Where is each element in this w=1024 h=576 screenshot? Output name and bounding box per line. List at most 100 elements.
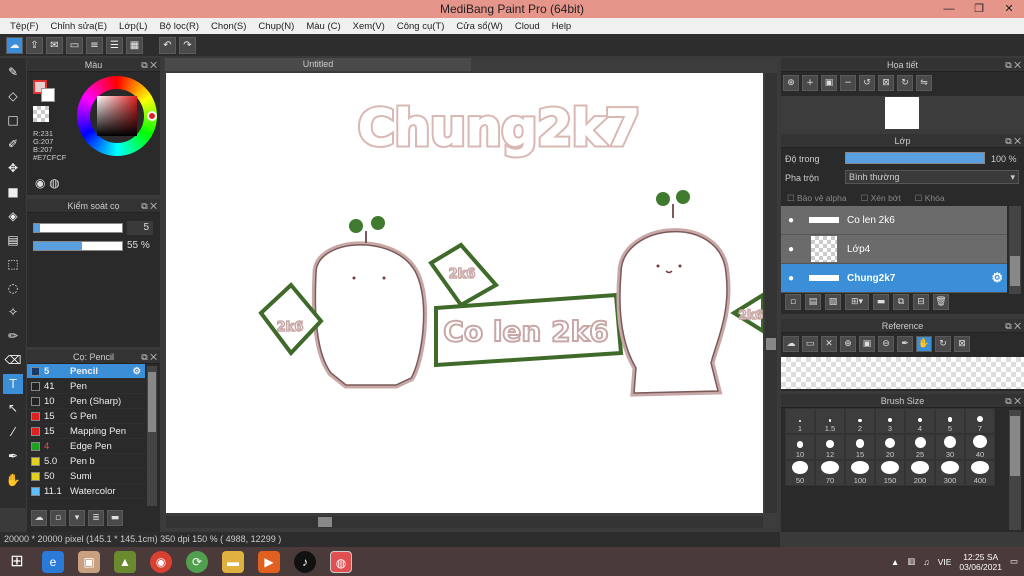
menu-color[interactable]: Màu (C) xyxy=(300,21,346,32)
palette-icon[interactable]: ◉ ◍ xyxy=(35,176,60,190)
magic-wand-tool-icon[interactable]: ✧ xyxy=(3,302,23,322)
brush-size-preset[interactable]: 50 xyxy=(785,460,815,486)
fill-rect-tool-icon[interactable]: ■ xyxy=(3,182,23,202)
delete-layer-icon[interactable]: 🗑 xyxy=(933,294,949,310)
brush-size-preset[interactable]: 1 xyxy=(785,408,815,434)
brush-size-preset[interactable]: 15 xyxy=(845,434,875,460)
panel-close-icon[interactable]: ⧉ ✕ xyxy=(1005,394,1021,408)
bucket-tool-icon[interactable]: ◈ xyxy=(3,206,23,226)
brush-item[interactable]: 11.1 Watercolor xyxy=(27,484,145,499)
panel-close-icon[interactable]: ⧉ ✕ xyxy=(1005,134,1021,148)
add-brush-icon[interactable]: ▾ xyxy=(69,510,85,526)
maximize-button[interactable]: ❐ xyxy=(964,0,994,18)
brush-size-preset[interactable]: 1.5 xyxy=(815,408,845,434)
page-icon[interactable]: ▭ xyxy=(66,36,83,54)
brush-size-preset[interactable]: 150 xyxy=(875,460,905,486)
brush-size-preset[interactable]: 12 xyxy=(815,434,845,460)
menu-cloud[interactable]: Cloud xyxy=(509,21,546,32)
panel-close-icon[interactable]: ⧉ ✕ xyxy=(1005,58,1021,72)
menu-tools[interactable]: Công cụ(T) xyxy=(391,21,451,32)
reset-icon[interactable]: ⊠ xyxy=(954,336,970,352)
vertical-scrollbar[interactable] xyxy=(765,73,777,513)
dot-tool-icon[interactable]: ✐ xyxy=(3,134,23,154)
share-icon[interactable]: ⇪ xyxy=(26,36,43,54)
menu-window[interactable]: Cửa sổ(W) xyxy=(450,21,508,32)
panel-close-icon[interactable]: ⧉ ✕ xyxy=(141,350,157,364)
brush-size-preset[interactable]: 70 xyxy=(815,460,845,486)
gear-icon[interactable]: ⚙ xyxy=(991,270,1003,286)
hue-handle[interactable] xyxy=(147,111,157,121)
fit-icon[interactable]: ▣ xyxy=(821,75,837,91)
panel-close-icon[interactable]: ⧉ ✕ xyxy=(141,58,157,72)
menu-snap[interactable]: Chụp(N) xyxy=(252,21,300,32)
protect-alpha-checkbox[interactable]: ☐ Bảo vệ alpha xyxy=(787,193,847,204)
zoom-icon[interactable]: ⊕ xyxy=(783,75,799,91)
saturation-square[interactable] xyxy=(97,96,137,136)
close-button[interactable]: ✕ xyxy=(994,0,1024,18)
chrome-icon[interactable]: ◉ xyxy=(150,550,172,573)
operation-tool-icon[interactable]: ↖ xyxy=(3,398,23,418)
brush-size-preset[interactable]: 400 xyxy=(965,460,995,486)
layer-opacity-slider[interactable] xyxy=(845,152,985,164)
gear-icon[interactable]: ⚙ xyxy=(132,366,141,377)
brush-size-preset[interactable]: 4 xyxy=(905,408,935,434)
layer-item[interactable]: ● Co len 2k6 xyxy=(781,206,1007,235)
open-icon[interactable]: ▭ xyxy=(802,336,818,352)
new-brush-icon[interactable]: ▫ xyxy=(50,510,66,526)
new-1bit-layer-icon[interactable]: ▧ xyxy=(825,294,841,310)
blend-select[interactable]: Bình thường ▾ xyxy=(845,170,1019,184)
language-indicator[interactable]: VIE xyxy=(938,557,952,567)
brush-size-preset[interactable]: 20 xyxy=(875,434,905,460)
eyedropper-icon[interactable]: ✒ xyxy=(897,336,913,352)
merge-layer-icon[interactable]: ⊟ xyxy=(913,294,929,310)
brush-item[interactable]: 15 Mapping Pen xyxy=(27,424,145,439)
color-wheel[interactable] xyxy=(77,76,157,156)
brush-tool-icon[interactable]: ✎ xyxy=(3,62,23,82)
eye-icon[interactable]: ● xyxy=(781,215,801,226)
brush-item[interactable]: 50 Sumi xyxy=(27,469,145,484)
opacity-slider[interactable] xyxy=(33,241,123,251)
rotate-icon[interactable]: ↻ xyxy=(935,336,951,352)
gradient-tool-icon[interactable]: ▤ xyxy=(3,230,23,250)
ie-browser-icon[interactable]: e xyxy=(42,550,64,573)
add-layer-menu-icon[interactable]: ⊞▾ xyxy=(845,294,869,310)
document-tab[interactable]: Untitled xyxy=(165,58,471,71)
brush-settings-icon[interactable]: ≣ xyxy=(88,510,104,526)
brush-item[interactable]: 15 G Pen xyxy=(27,409,145,424)
menu-view[interactable]: Xem(V) xyxy=(347,21,391,32)
lasso-tool-icon[interactable]: ◌ xyxy=(3,278,23,298)
brush-size-preset[interactable]: 3 xyxy=(875,408,905,434)
transparent-swatch[interactable] xyxy=(33,106,49,122)
brush-list-scrollbar[interactable] xyxy=(147,366,157,506)
drawing-canvas[interactable]: Chung2k7 Chung2k7 2k6 2k6 Co len 2k6 2k6 xyxy=(166,73,765,513)
bluestacks-icon[interactable]: ▲ xyxy=(114,550,136,573)
menu-select[interactable]: Chọn(S) xyxy=(205,21,252,32)
file-explorer-icon[interactable]: ▬ xyxy=(222,550,244,573)
minimize-button[interactable]: — xyxy=(934,0,964,18)
panel-close-icon[interactable]: ⧉ ✕ xyxy=(141,199,157,213)
grid-icon[interactable]: ▦ xyxy=(126,36,143,54)
menu-layer[interactable]: Lớp(L) xyxy=(113,21,153,32)
eraser-tool-icon[interactable]: ◇ xyxy=(3,86,23,106)
dropper-tool-icon[interactable]: ⁄ xyxy=(3,422,23,442)
rotate-right-icon[interactable]: ↻ xyxy=(897,75,913,91)
clock[interactable]: 12:25 SA 03/06/2021 xyxy=(959,552,1002,572)
size-value[interactable]: 5 xyxy=(127,221,153,235)
brush-size-preset[interactable]: 5 xyxy=(935,408,965,434)
zoom-out-icon[interactable]: ⊖ xyxy=(878,336,894,352)
layer-item[interactable]: ● Chung2k7 ⚙ xyxy=(781,264,1007,293)
list-icon[interactable]: ☰ xyxy=(106,36,123,54)
new-layer-icon[interactable]: ▫ xyxy=(785,294,801,310)
network-icon[interactable]: ▥ xyxy=(907,556,915,567)
flip-icon[interactable]: ⇋ xyxy=(916,75,932,91)
comment-icon[interactable]: ✉ xyxy=(46,36,63,54)
eye-icon[interactable]: ● xyxy=(781,273,801,284)
brush-size-preset[interactable]: 100 xyxy=(845,460,875,486)
fit-icon[interactable]: ▣ xyxy=(859,336,875,352)
brush-item[interactable]: 10 Pen (Sharp) xyxy=(27,394,145,409)
zoom-in-icon[interactable]: ⊕ xyxy=(840,336,856,352)
brush-size-preset[interactable]: 7 xyxy=(965,408,995,434)
navigator-preview[interactable] xyxy=(781,96,1024,130)
cloud-icon[interactable]: ☁ xyxy=(783,336,799,352)
medibang-icon[interactable]: ◍ xyxy=(330,550,352,573)
